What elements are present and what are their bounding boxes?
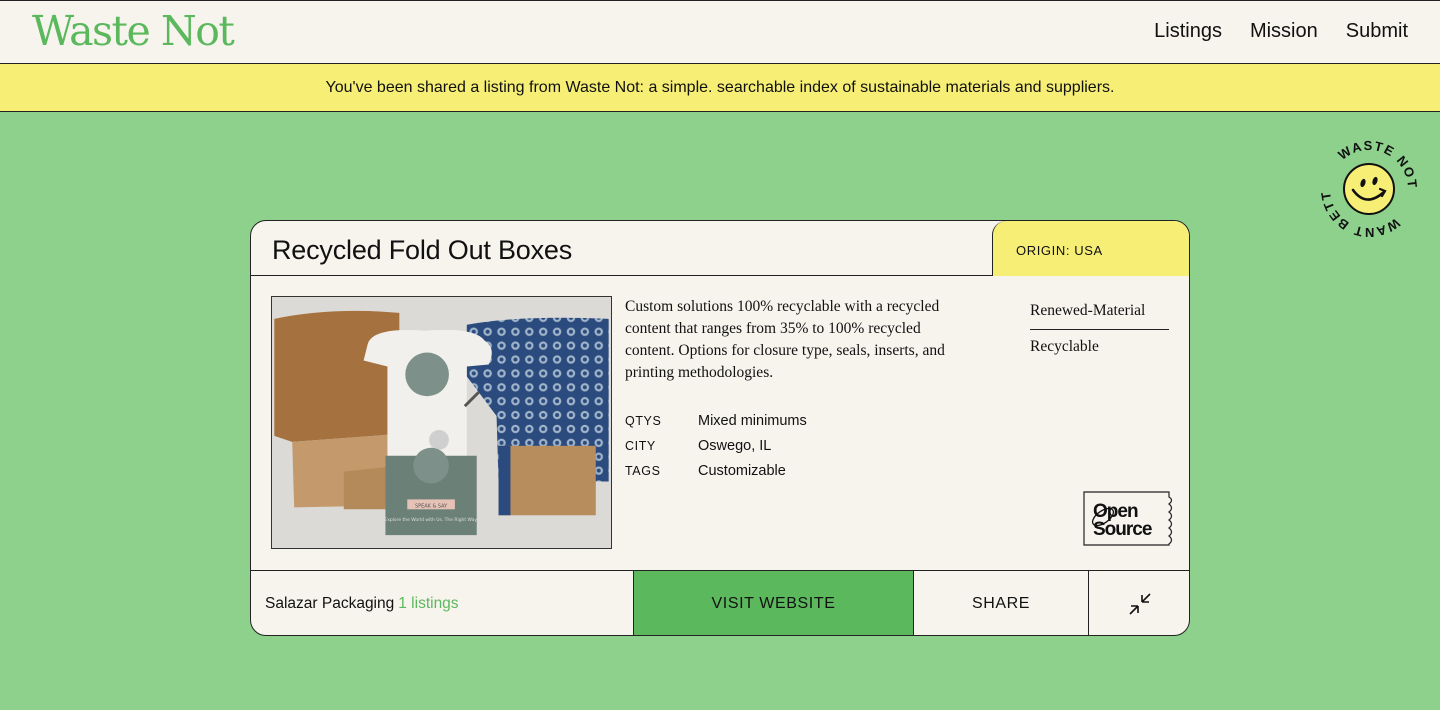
- meta-value: Oswego, IL: [698, 437, 772, 454]
- collapse-arrows-icon: [1128, 593, 1151, 615]
- listing-title: Recycled Fold Out Boxes: [272, 235, 573, 265]
- open-source-stamp-icon: Open Source: [1083, 491, 1173, 546]
- photo-box-caption: Explore the World with Us. The Right Way…: [384, 517, 477, 523]
- listing-header: Recycled Fold Out Boxes ORIGIN: USA: [251, 221, 1189, 276]
- product-photo: SPEAK & SAY Explore the World with Us. T…: [271, 296, 612, 549]
- collapse-button[interactable]: [1089, 571, 1189, 635]
- origin-tag: ORIGIN: USA: [992, 221, 1189, 276]
- meta-key: TAGS: [625, 463, 661, 478]
- waste-not-logo[interactable]: Waste Not: [32, 7, 235, 55]
- meta-row-city: CITY Oswego, IL: [625, 433, 807, 458]
- top-navbar: Waste Not Listings Mission Submit: [0, 0, 1440, 64]
- meta-key: QTYS: [625, 413, 662, 428]
- category-recyclable[interactable]: Recyclable: [1030, 330, 1169, 361]
- visit-website-button[interactable]: VISIT WEBSITE: [633, 571, 914, 635]
- photo-box-label: SPEAK & SAY: [415, 503, 448, 509]
- share-button[interactable]: SHARE: [914, 571, 1089, 635]
- supplier-name[interactable]: Salazar Packaging: [265, 595, 394, 613]
- meta-row-qtys: QTYS Mixed minimums: [625, 408, 807, 433]
- supplier-info: Salazar Packaging 1 listings: [251, 571, 633, 635]
- nav-mission[interactable]: Mission: [1250, 20, 1318, 43]
- listing-footer: Salazar Packaging 1 listings VISIT WEBSI…: [251, 570, 1189, 635]
- supplier-listings-link[interactable]: 1 listings: [398, 595, 458, 613]
- meta-value: Mixed minimums: [698, 412, 807, 429]
- banner-text: You've been shared a listing from Waste …: [325, 78, 1115, 96]
- nav-listings[interactable]: Listings: [1154, 20, 1222, 43]
- shared-listing-banner: You've been shared a listing from Waste …: [0, 64, 1440, 112]
- meta-row-tags: TAGS Customizable: [625, 458, 807, 483]
- meta-key: CITY: [625, 438, 656, 453]
- waste-not-want-better-badge: WASTE NOT WANT BETTER: [1318, 138, 1419, 240]
- category-list: Renewed-Material Recyclable: [1030, 299, 1169, 361]
- main-nav: Listings Mission Submit: [1154, 20, 1408, 43]
- nav-submit[interactable]: Submit: [1346, 20, 1408, 43]
- category-renewed-material[interactable]: Renewed-Material: [1030, 299, 1169, 330]
- listing-description: Custom solutions 100% recyclable with a …: [625, 298, 945, 381]
- smiley-icon: [1343, 163, 1395, 215]
- meta-value[interactable]: Customizable: [698, 463, 786, 479]
- listing-card: Recycled Fold Out Boxes ORIGIN: USA SPEA…: [250, 220, 1190, 636]
- open-source-line2: Source: [1093, 519, 1152, 540]
- listing-meta: QTYS Mixed minimums CITY Oswego, IL TAGS…: [625, 408, 807, 483]
